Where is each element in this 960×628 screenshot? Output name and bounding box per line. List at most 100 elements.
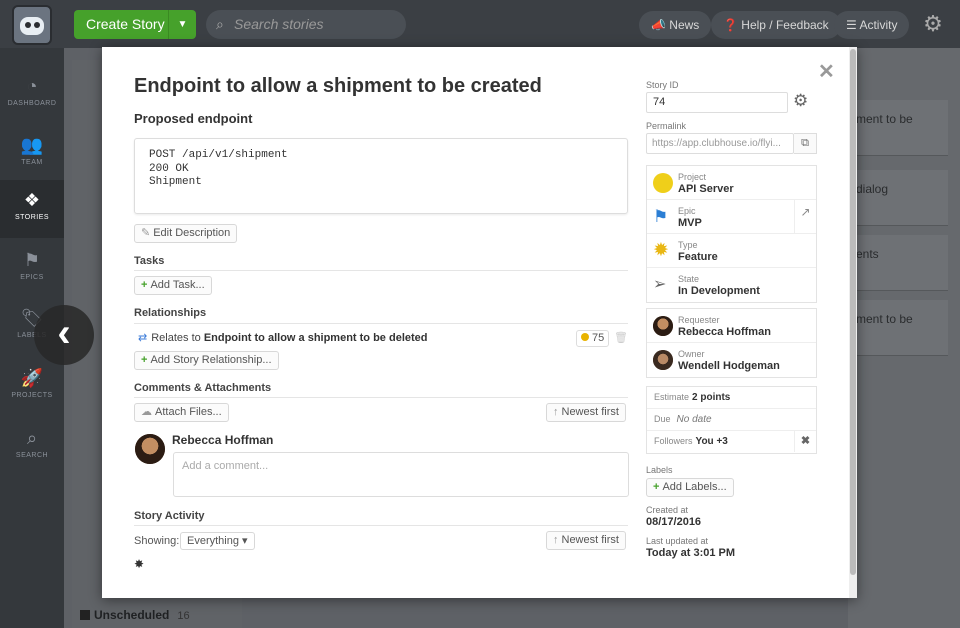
owner-value: Wendell Hodgeman <box>678 360 780 372</box>
due-value: No date <box>676 414 712 425</box>
scrollbar-thumb[interactable] <box>850 49 856 575</box>
nav-stories[interactable]: ❖ STORIES <box>0 180 64 238</box>
create-story-button[interactable]: Create Story ▼ <box>74 10 196 39</box>
permalink-field[interactable]: https://app.clubhouse.io/flyi... <box>646 133 794 154</box>
story-dialog: ✕ Endpoint to allow a shipment to be cre… <box>102 47 857 598</box>
attach-files-button[interactable]: ☁ Attach Files... <box>134 403 229 422</box>
comment-input[interactable]: Add a comment... <box>173 452 629 497</box>
pencil-icon: ✎ <box>141 227 151 239</box>
requester-label: Requester <box>678 315 720 325</box>
dashboard-icon: ◔ <box>26 76 38 96</box>
related-story-id-badge[interactable]: 75 <box>576 330 610 347</box>
related-story-link[interactable]: Endpoint to allow a shipment to be delet… <box>204 332 428 344</box>
story-title[interactable]: Endpoint to allow a shipment to be creat… <box>134 75 542 98</box>
relationships-heading: Relationships <box>134 307 207 319</box>
news-button[interactable]: 📣 News <box>639 11 712 39</box>
requester-field[interactable]: Requester Rebecca Hoffman <box>647 309 816 343</box>
edit-description-label: Edit Description <box>153 227 231 239</box>
updated-at-label: Last updated at <box>646 536 709 546</box>
epic-field[interactable]: ⚑ Epic MVP ↗ <box>647 200 816 234</box>
chevron-down-icon[interactable]: ▼ <box>168 10 196 39</box>
state-field[interactable]: ➢ State In Development <box>647 268 816 302</box>
comments-heading: Comments & Attachments <box>134 382 272 394</box>
list-icon: ☰ <box>846 18 857 32</box>
remove-follower-icon[interactable]: ✖ <box>794 431 816 452</box>
code-line: 200 OK <box>149 162 189 175</box>
add-task-label: Add Task... <box>150 279 205 291</box>
state-dot-icon <box>581 333 589 341</box>
avatar-image <box>653 350 673 370</box>
avatar-image <box>135 434 165 464</box>
robot-face-icon <box>20 17 44 35</box>
create-story-label: Create Story <box>86 16 165 32</box>
nav-search[interactable]: ⌕ SEARCH <box>0 418 64 476</box>
comments-sort-button[interactable]: ↑ Newest first <box>546 403 626 422</box>
state-label: State <box>678 274 700 284</box>
add-relationship-label: Add Story Relationship... <box>150 354 272 366</box>
created-at-value: 08/17/2016 <box>646 516 702 528</box>
story-fields-group: Project API Server ⚑ Epic MVP ↗ ✹ Type F… <box>646 165 817 303</box>
flag-icon: ⚑ <box>653 207 669 226</box>
settings-gear-icon[interactable]: ⚙ <box>920 11 946 37</box>
activity-star-icon: ✸ <box>134 557 145 571</box>
followers-label: Followers <box>654 436 693 446</box>
add-task-button[interactable]: + Add Task... <box>134 276 212 295</box>
copy-icon[interactable]: ⧉ <box>794 133 817 154</box>
plus-icon: + <box>141 279 148 291</box>
robot-eye-left <box>25 22 31 28</box>
activity-filter-select[interactable]: Everything ▾ <box>180 532 255 550</box>
unscheduled-label: Unscheduled <box>94 608 170 622</box>
activity-sort-button[interactable]: ↑ Newest first <box>546 531 626 550</box>
newest-first-label: Newest first <box>561 406 619 418</box>
nav-projects[interactable]: 🚀 PROJECTS <box>0 358 64 416</box>
owner-field[interactable]: Owner Wendell Hodgeman <box>647 343 816 377</box>
updated-at-value: Today at 3:01 PM <box>646 547 736 559</box>
followers-field[interactable]: Followers You +3 ✖ <box>647 431 816 453</box>
edit-description-button[interactable]: ✎ Edit Description <box>134 224 238 243</box>
type-label: Type <box>678 240 698 250</box>
add-labels-button[interactable]: + Add Labels... <box>646 478 734 497</box>
previous-story-button[interactable]: ‹ <box>34 305 94 365</box>
owner-label: Owner <box>678 349 705 359</box>
comment-placeholder: Add a comment... <box>182 460 269 472</box>
nav-dashboard[interactable]: ◔ DASHBOARD <box>0 66 64 124</box>
project-field[interactable]: Project API Server <box>647 166 816 200</box>
nav-team[interactable]: 👥 TEAM <box>0 125 64 183</box>
avatar <box>135 434 165 464</box>
team-icon: 👥 <box>20 135 44 155</box>
story-settings-gear-icon[interactable]: ⚙ <box>793 91 808 111</box>
followers-value: You +3 <box>695 436 728 447</box>
created-at-label: Created at <box>646 505 689 515</box>
app-logo[interactable] <box>12 5 52 45</box>
story-id-field[interactable]: 74 <box>646 92 788 113</box>
relates-arrows-icon: ⇄ <box>138 332 148 344</box>
bg-card: dialog <box>848 170 948 226</box>
due-field[interactable]: Due No date <box>647 409 816 431</box>
tasks-heading: Tasks <box>134 255 165 267</box>
project-dot-icon <box>653 173 673 193</box>
search-input[interactable]: ⌕ Search stories <box>206 10 406 39</box>
activity-filter-value: Everything <box>187 535 239 547</box>
trash-icon[interactable]: 🗑 <box>614 331 628 344</box>
help-feedback-button[interactable]: ❓ Help / Feedback <box>711 11 841 39</box>
background-story-cards: ment to be dialog ents ment to be <box>848 48 960 628</box>
code-line: POST /api/v1/shipment <box>149 149 288 161</box>
top-bar: Create Story ▼ ⌕ Search stories 📣 News ❓… <box>0 0 960 48</box>
nav-label: EPICS <box>20 274 44 281</box>
relation-prefix: Relates to <box>151 332 201 344</box>
close-icon[interactable]: ✕ <box>818 59 835 84</box>
avatar <box>653 350 673 370</box>
activity-button[interactable]: ☰ Activity <box>834 11 910 39</box>
unscheduled-filter[interactable]: Unscheduled 16 <box>80 608 190 622</box>
divider <box>134 323 628 324</box>
relationship-row[interactable]: ⇄ Relates to Endpoint to allow a shipment… <box>138 331 428 344</box>
add-story-relationship-button[interactable]: + Add Story Relationship... <box>134 351 279 370</box>
type-field[interactable]: ✹ Type Feature <box>647 234 816 268</box>
newest-first-label: Newest first <box>561 534 619 546</box>
estimate-field[interactable]: Estimate 2 points <box>647 387 816 409</box>
dialog-scrollbar[interactable] <box>849 47 857 598</box>
external-link-icon[interactable]: ↗ <box>794 200 816 233</box>
nav-epics[interactable]: ⚑ EPICS <box>0 240 64 298</box>
plus-icon: + <box>141 354 148 366</box>
avatar <box>653 316 673 336</box>
